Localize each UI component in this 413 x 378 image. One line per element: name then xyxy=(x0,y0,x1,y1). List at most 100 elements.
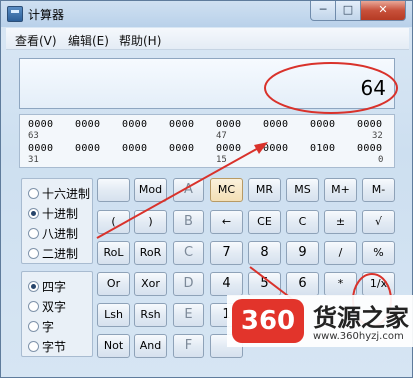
bit-index: 63 xyxy=(28,131,39,141)
xor-key[interactable]: Xor xyxy=(134,272,167,296)
bit-display: 0000 0000 0000 0000 0000 0000 0000 0000 … xyxy=(19,114,395,168)
memory-clear-key[interactable]: MC xyxy=(210,178,243,202)
backspace-key[interactable]: ← xyxy=(210,210,243,234)
hex-f-key[interactable]: F xyxy=(173,334,204,358)
bit-group[interactable]: 0000 xyxy=(122,119,147,130)
bit-index: 32 xyxy=(372,131,383,141)
bit-group[interactable]: 0000 xyxy=(28,119,53,130)
left-shift-key[interactable]: Lsh xyxy=(97,303,130,327)
bit-group[interactable]: 0000 xyxy=(357,119,382,130)
hex-d-key[interactable]: D xyxy=(173,272,204,296)
rotate-right-key[interactable]: RoR xyxy=(134,241,167,265)
bit-index: 0 xyxy=(378,155,384,165)
radio-label: 字 xyxy=(42,320,55,334)
bit-group[interactable]: 0000 xyxy=(216,119,241,130)
minimize-button[interactable]: ─ xyxy=(310,1,336,21)
close-paren-key[interactable]: ) xyxy=(134,210,167,234)
bit-group[interactable]: 0000 xyxy=(169,143,194,154)
radio-label: 十六进制 xyxy=(42,187,91,201)
sqrt-key[interactable]: √ xyxy=(362,210,395,234)
radio-button[interactable] xyxy=(28,341,39,352)
radio-label: 双字 xyxy=(42,300,67,314)
menu-help[interactable]: 帮助(H) xyxy=(119,32,161,49)
right-shift-key[interactable]: Rsh xyxy=(134,303,167,327)
bit-group[interactable]: 0000 xyxy=(28,143,53,154)
memory-store-key[interactable]: MS xyxy=(286,178,319,202)
memory-subtract-key[interactable]: M- xyxy=(362,178,395,202)
hex-c-key[interactable]: C xyxy=(173,241,204,265)
bit-group[interactable]: 0000 xyxy=(169,119,194,130)
bit-group[interactable]: 0000 xyxy=(263,119,288,130)
digit-4-key[interactable]: 4 xyxy=(210,272,243,296)
blank-key[interactable] xyxy=(97,178,130,202)
negate-key[interactable]: ± xyxy=(324,210,357,234)
multiply-key[interactable]: * xyxy=(324,272,357,296)
digit-9-key[interactable]: 9 xyxy=(286,241,319,265)
calculator-app-icon xyxy=(7,6,23,22)
memory-add-key[interactable]: M+ xyxy=(324,178,357,202)
bit-group[interactable]: 0000 xyxy=(263,143,288,154)
reciprocal-key[interactable]: 1/x xyxy=(362,272,395,296)
watermark-url: www.360hyzj.com xyxy=(313,331,404,342)
and-key[interactable]: And xyxy=(134,334,167,358)
clear-entry-key[interactable]: CE xyxy=(248,210,281,234)
or-key[interactable]: Or xyxy=(97,272,130,296)
hex-e-key[interactable]: E xyxy=(173,303,204,327)
window-title: 计算器 xyxy=(28,8,65,22)
digit-8-key[interactable]: 8 xyxy=(248,241,281,265)
digit-6-key[interactable]: 6 xyxy=(286,272,319,296)
bit-group[interactable]: 0000 xyxy=(310,119,335,130)
radio-label: 二进制 xyxy=(42,247,79,261)
radio-bin[interactable]: 二进制 xyxy=(28,245,78,262)
radio-label: 字节 xyxy=(42,340,67,354)
radio-dec[interactable]: 十进制 xyxy=(28,205,78,222)
radio-button[interactable] xyxy=(28,321,39,332)
close-button[interactable]: ✕ xyxy=(360,1,406,21)
menu-view[interactable]: 查看(V) xyxy=(15,32,57,49)
hex-a-key[interactable]: A xyxy=(173,178,204,202)
bit-group[interactable]: 0000 xyxy=(357,143,382,154)
divide-key[interactable]: / xyxy=(324,241,357,265)
radio-word[interactable]: 字 xyxy=(28,318,54,335)
radio-oct[interactable]: 八进制 xyxy=(28,225,78,242)
menu-bar: 查看(V) 编辑(E) 帮助(H) xyxy=(6,28,409,50)
memory-recall-key[interactable]: MR xyxy=(248,178,281,202)
digit-7-key[interactable]: 7 xyxy=(210,241,243,265)
bit-index: 47 xyxy=(216,131,227,141)
menu-edit[interactable]: 编辑(E) xyxy=(68,32,109,49)
radio-qword[interactable]: 四字 xyxy=(28,278,66,295)
radio-button-checked[interactable] xyxy=(28,208,39,219)
radio-dword[interactable]: 双字 xyxy=(28,298,66,315)
bit-group[interactable]: 0000 xyxy=(122,143,147,154)
clear-key[interactable]: C xyxy=(286,210,319,234)
radio-byte[interactable]: 字节 xyxy=(28,338,66,355)
radio-button[interactable] xyxy=(28,228,39,239)
display-value: 64 xyxy=(360,76,386,100)
radio-button-checked[interactable] xyxy=(28,281,39,292)
not-key[interactable]: Not xyxy=(97,334,130,358)
bit-index: 15 xyxy=(216,155,227,165)
title-bar[interactable]: 计算器 ─ □ ✕ xyxy=(1,1,412,27)
mod-key[interactable]: Mod xyxy=(134,178,167,202)
radio-button[interactable] xyxy=(28,301,39,312)
hex-b-key[interactable]: B xyxy=(173,210,204,234)
radio-button[interactable] xyxy=(28,188,39,199)
watermark: 360 货源之家 www.360hyzj.com xyxy=(227,295,413,347)
watermark-logo: 360 xyxy=(232,299,304,343)
radio-button[interactable] xyxy=(28,248,39,259)
radio-label: 八进制 xyxy=(42,227,79,241)
bit-index: 31 xyxy=(28,155,39,165)
radio-label: 四字 xyxy=(42,280,67,294)
maximize-button[interactable]: □ xyxy=(335,1,361,21)
digit-5-key[interactable]: 5 xyxy=(248,272,281,296)
bit-group[interactable]: 0000 xyxy=(75,143,100,154)
bit-group[interactable]: 0000 xyxy=(216,143,241,154)
rotate-left-key[interactable]: RoL xyxy=(97,241,130,265)
bit-group[interactable]: 0100 xyxy=(310,143,335,154)
open-paren-key[interactable]: ( xyxy=(97,210,130,234)
number-base-group: 十六进制 十进制 八进制 二进制 xyxy=(21,178,93,264)
bit-group[interactable]: 0000 xyxy=(75,119,100,130)
radio-hex[interactable]: 十六进制 xyxy=(28,185,90,202)
percent-key[interactable]: % xyxy=(362,241,395,265)
word-size-group: 四字 双字 字 字节 xyxy=(21,271,93,357)
